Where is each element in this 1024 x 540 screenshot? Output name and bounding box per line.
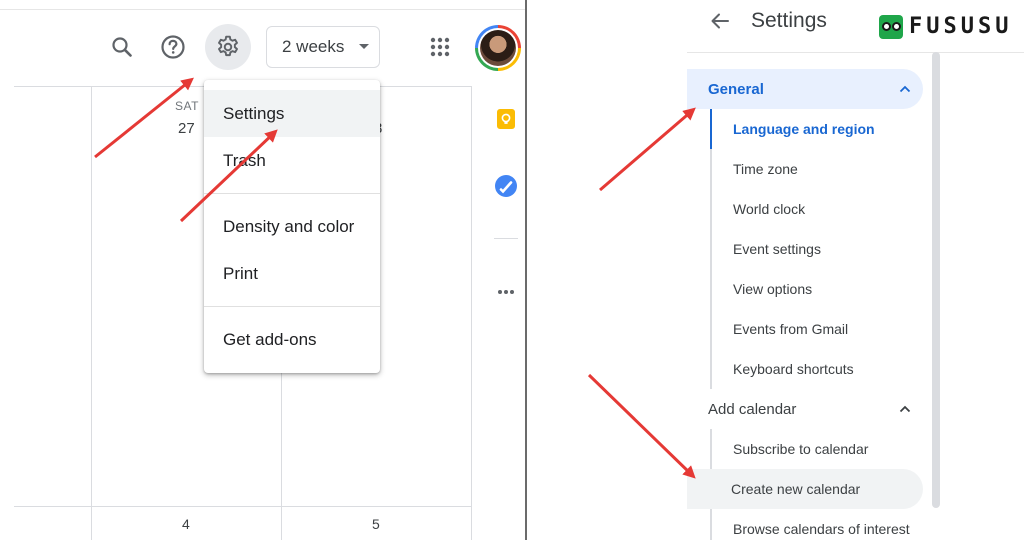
- nav-item-browse-calendars-of-interest[interactable]: Browse calendars of interest: [710, 509, 923, 540]
- search-icon: [112, 37, 132, 57]
- menu-item-print[interactable]: Print: [204, 250, 380, 297]
- nav-section-add-calendar[interactable]: Add calendar: [687, 389, 923, 429]
- nav-item-view-options[interactable]: View options: [710, 269, 923, 309]
- settings-gear-button[interactable]: [205, 24, 251, 70]
- menu-divider: [204, 193, 380, 194]
- nav-item-create-new-calendar[interactable]: Create new calendar: [687, 469, 923, 509]
- nav-item-keyboard-shortcuts[interactable]: Keyboard shortcuts: [710, 349, 923, 389]
- nav-item-events-from-gmail[interactable]: Events from Gmail: [710, 309, 923, 349]
- grid-col-divider: [471, 86, 472, 540]
- view-selector-dropdown[interactable]: 2 weeks: [266, 26, 380, 68]
- nav-section-general[interactable]: General: [687, 69, 923, 109]
- day-header-sat: SAT: [175, 99, 199, 113]
- account-avatar[interactable]: [475, 25, 521, 71]
- help-icon: [161, 35, 185, 59]
- more-apps-button[interactable]: [496, 284, 516, 300]
- logo-text: FUSUSU: [909, 14, 1013, 39]
- nav-item-subscribe-to-calendar[interactable]: Subscribe to calendar: [710, 429, 923, 469]
- caret-down-icon: [359, 44, 369, 49]
- search-button[interactable]: [102, 27, 142, 67]
- top-border: [0, 9, 526, 10]
- nav-section-label: Add calendar: [708, 400, 797, 418]
- day-number[interactable]: 4: [182, 516, 190, 532]
- avatar-ring: [478, 28, 518, 68]
- menu-item-trash[interactable]: Trash: [204, 137, 380, 184]
- grid-col-divider: [91, 86, 92, 540]
- keep-app-button[interactable]: [495, 108, 517, 130]
- day-number[interactable]: 27: [178, 120, 195, 137]
- arrow-back-icon: [711, 13, 729, 29]
- menu-item-density-and-color[interactable]: Density and color: [204, 203, 380, 250]
- menu-item-settings[interactable]: Settings: [204, 90, 380, 137]
- settings-title: Settings: [751, 9, 827, 32]
- apps-launcher-button[interactable]: [420, 27, 460, 67]
- scrollbar-thumb[interactable]: [932, 52, 940, 508]
- settings-dropdown-menu: Settings Trash Density and color Print G…: [204, 80, 380, 373]
- menu-divider: [204, 306, 380, 307]
- keep-icon: [497, 109, 515, 129]
- tasks-app-button[interactable]: [494, 174, 518, 198]
- grid-line-week: [14, 506, 472, 507]
- side-panel-separator: [494, 238, 518, 239]
- tasks-icon: [495, 175, 517, 197]
- avatar-photo: [480, 30, 516, 66]
- nav-item-time-zone[interactable]: Time zone: [710, 149, 923, 189]
- menu-item-get-add-ons[interactable]: Get add-ons: [204, 316, 380, 363]
- settings-panel: Settings FUSUSU General Language and reg…: [527, 0, 1024, 540]
- back-button[interactable]: [709, 10, 731, 37]
- chevron-up-icon: [899, 85, 911, 93]
- nav-section-label: General: [708, 80, 764, 98]
- header-divider: [687, 52, 1024, 53]
- chevron-up-icon: [899, 405, 911, 413]
- owl-logo-icon: [879, 14, 903, 39]
- nav-item-event-settings[interactable]: Event settings: [710, 229, 923, 269]
- watermark-logo: FUSUSU: [879, 14, 1012, 39]
- screenshot-root: 2 weeks SAT 27 N 8 4 5: [0, 0, 1024, 540]
- help-button[interactable]: [153, 27, 193, 67]
- apps-grid-icon: [430, 37, 450, 57]
- day-number[interactable]: 5: [372, 516, 380, 532]
- nav-item-world-clock[interactable]: World clock: [710, 189, 923, 229]
- view-selector-label: 2 weeks: [282, 37, 345, 56]
- gear-icon: [218, 35, 238, 57]
- calendar-panel: 2 weeks SAT 27 N 8 4 5: [0, 0, 526, 540]
- more-horizontal-icon: [498, 290, 514, 294]
- nav-item-language-and-region[interactable]: Language and region: [710, 109, 923, 149]
